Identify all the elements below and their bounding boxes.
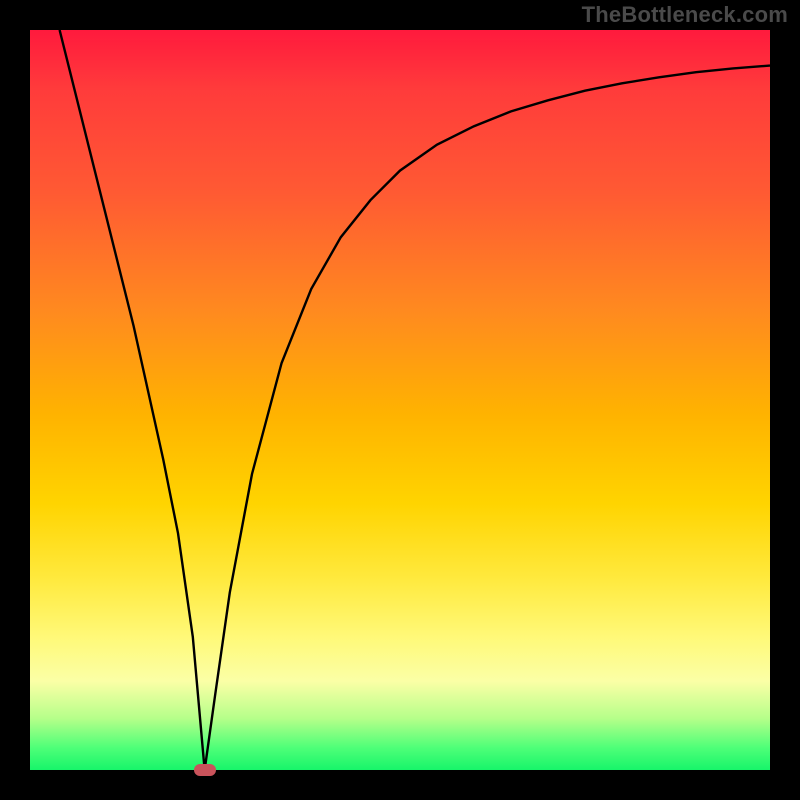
- plot-outer: [30, 30, 770, 770]
- bottleneck-curve: [60, 30, 770, 770]
- watermark-text: TheBottleneck.com: [582, 2, 788, 28]
- chart-frame: TheBottleneck.com: [0, 0, 800, 800]
- curve-svg: [30, 30, 770, 770]
- minimum-marker: [194, 764, 216, 776]
